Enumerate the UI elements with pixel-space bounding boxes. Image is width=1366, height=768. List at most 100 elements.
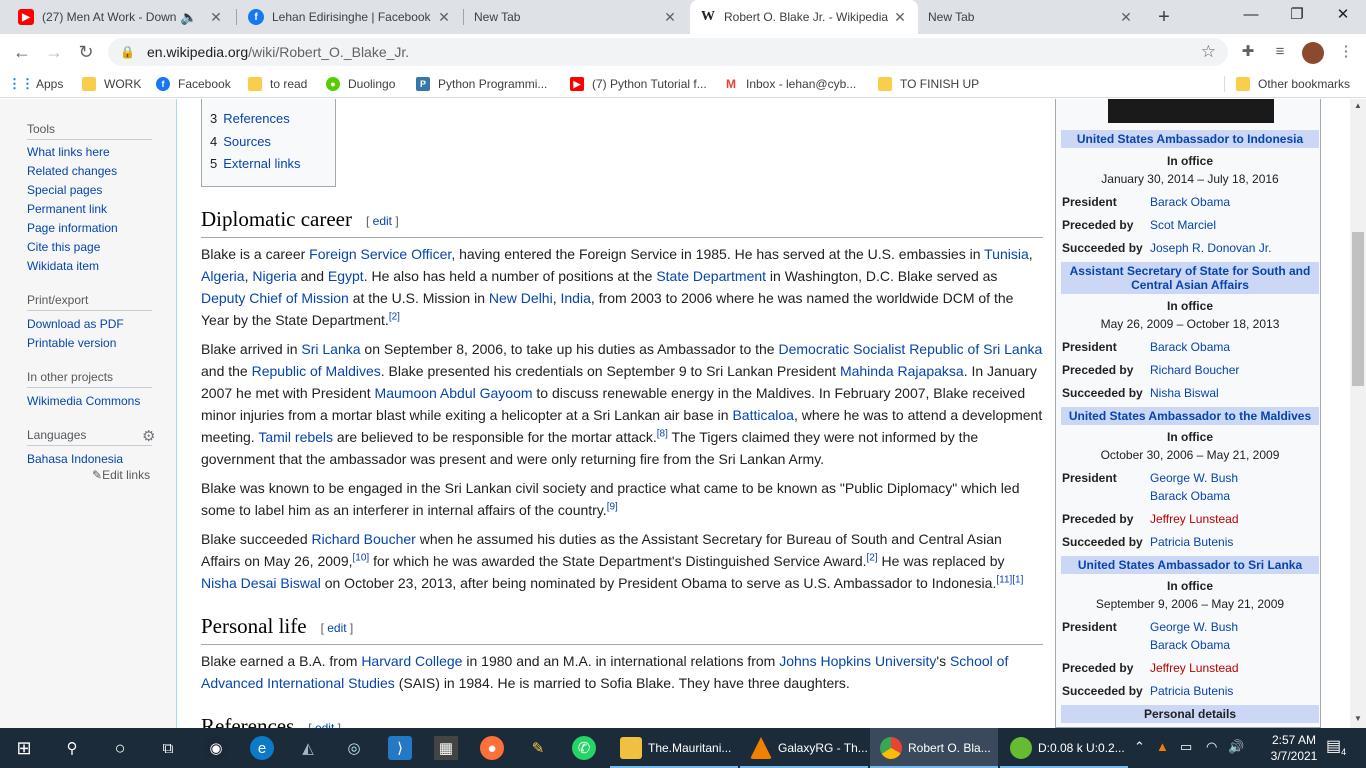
close-tab-icon[interactable]: ✕ xyxy=(892,9,908,26)
link-foreign-service-officer[interactable]: Foreign Service Officer xyxy=(309,246,451,262)
president-link[interactable]: Barack Obama xyxy=(1150,340,1230,354)
president-link[interactable]: George W. Bush xyxy=(1150,471,1238,485)
minimize-button[interactable]: — xyxy=(1228,0,1274,30)
steam-icon[interactable]: ◉ xyxy=(204,736,228,760)
president-link[interactable]: Barack Obama xyxy=(1150,638,1230,652)
windows-start-icon[interactable]: ⊞ xyxy=(12,736,36,760)
app-eye-icon[interactable]: ◎ xyxy=(342,736,366,760)
edge-icon[interactable]: e xyxy=(250,736,274,760)
close-tab-icon[interactable]: ✕ xyxy=(662,9,678,26)
sidebar-link-wikidata-item[interactable]: Wikidata item xyxy=(27,259,99,273)
preceded-link[interactable]: Scot Marciel xyxy=(1150,218,1216,232)
succeeded-link[interactable]: Nisha Biswal xyxy=(1150,386,1219,400)
close-tab-icon[interactable]: ✕ xyxy=(208,9,224,26)
notification-icon[interactable]: ▤4 xyxy=(1326,736,1346,757)
sidebar-link-download-pdf[interactable]: Download as PDF xyxy=(27,317,124,331)
succeeded-link[interactable]: Joseph R. Donovan Jr. xyxy=(1150,241,1271,255)
sidebar-link-printable-version[interactable]: Printable version xyxy=(27,336,116,350)
infobox-office-header[interactable]: United States Ambassador to Sri Lanka xyxy=(1061,556,1319,574)
whatsapp-icon[interactable]: ✆ xyxy=(572,736,596,760)
back-icon[interactable]: ← xyxy=(10,40,34,64)
infobox-office-header[interactable]: United States Ambassador to the Maldives xyxy=(1061,407,1319,425)
link-algeria[interactable]: Algeria xyxy=(201,268,245,284)
cortana-icon[interactable]: ○ xyxy=(108,736,132,760)
link-nisha-desai-biswal[interactable]: Nisha Desai Biswal xyxy=(201,575,321,591)
link-republic-of-maldives[interactable]: Republic of Maldives xyxy=(252,363,381,379)
preceded-redlink[interactable]: Jeffrey Lunstead xyxy=(1150,661,1239,675)
link-tunisia[interactable]: Tunisia xyxy=(984,246,1029,262)
bookmark-duolingo[interactable]: ● Duolingo xyxy=(326,75,395,93)
firefox-icon[interactable]: ● xyxy=(480,736,504,760)
reload-icon[interactable]: ↻ xyxy=(74,40,98,64)
infobox-office-header[interactable]: Assistant Secretary of State for South a… xyxy=(1061,262,1319,294)
toc-item[interactable]: 3 References xyxy=(210,111,290,126)
preceded-link[interactable]: Richard Boucher xyxy=(1150,363,1239,377)
taskbar-app-vlc[interactable]: GalaxyRG - Th... xyxy=(740,728,868,768)
link-harvard-college[interactable]: Harvard College xyxy=(361,653,462,669)
preceded-redlink[interactable]: Jeffrey Lunstead xyxy=(1150,512,1239,526)
task-view-icon[interactable]: ⧉ xyxy=(156,736,180,760)
sidebar-link-wikimedia-commons[interactable]: Wikimedia Commons xyxy=(27,394,140,408)
media-control-icon[interactable]: ≡ xyxy=(1270,42,1290,62)
taskbar-app-explorer[interactable]: The.Mauritani... xyxy=(610,728,738,768)
search-icon[interactable]: ⚲ xyxy=(60,736,84,760)
citation-link[interactable]: [8] xyxy=(657,428,668,439)
forward-icon[interactable]: → xyxy=(42,40,66,64)
maximize-button[interactable]: ❐ xyxy=(1274,0,1320,30)
succeeded-link[interactable]: Patricia Butenis xyxy=(1150,684,1233,698)
vscode-icon[interactable]: ⟩ xyxy=(388,736,412,760)
close-tab-icon[interactable]: ✕ xyxy=(1118,9,1134,26)
page-scrollbar[interactable]: ▲ ▼ xyxy=(1350,99,1366,728)
sidebar-link-what-links-here[interactable]: What links here xyxy=(27,145,110,159)
app-shark-icon[interactable]: ◭ xyxy=(296,736,320,760)
vlc-tray-icon[interactable]: ▲ xyxy=(1156,739,1169,754)
scroll-up-icon[interactable]: ▲ xyxy=(1354,101,1362,110)
tab-wikipedia[interactable]: W Robert O. Blake Jr. - Wikipedia ✕ xyxy=(690,0,918,34)
speaker-icon[interactable]: 🔈 xyxy=(180,9,197,26)
toc-link[interactable]: External links xyxy=(223,156,300,171)
taskbar-app-utorrent[interactable]: D:0.08 k U:0.2... xyxy=(1000,728,1128,768)
link-dsr-sri-lanka[interactable]: Democratic Socialist Republic of Sri Lan… xyxy=(778,341,1042,357)
link-india[interactable]: India xyxy=(561,290,591,306)
edit-section-link[interactable]: edit xyxy=(315,721,334,728)
tab-new-tab-2[interactable]: New Tab ✕ xyxy=(918,0,1144,34)
bookmark-python-tutorial[interactable]: ▶ (7) Python Tutorial f... xyxy=(570,75,707,93)
bookmark-work[interactable]: WORK xyxy=(82,75,141,93)
scroll-down-icon[interactable]: ▼ xyxy=(1354,714,1362,723)
profile-avatar[interactable] xyxy=(1302,42,1324,64)
citation-link[interactable]: [9] xyxy=(607,501,618,512)
sidebar-link-related-changes[interactable]: Related changes xyxy=(27,164,117,178)
president-link[interactable]: Barack Obama xyxy=(1150,489,1230,503)
link-johns-hopkins[interactable]: Johns Hopkins University xyxy=(779,653,936,669)
link-sri-lanka[interactable]: Sri Lanka xyxy=(301,341,360,357)
close-tab-icon[interactable]: ✕ xyxy=(436,9,452,26)
bookmark-apps[interactable]: ⋮⋮ Apps xyxy=(8,75,63,93)
sidebar-link-permanent-link[interactable]: Permanent link xyxy=(27,202,107,216)
link-mahinda-rajapaksa[interactable]: Mahinda Rajapaksa xyxy=(840,363,964,379)
president-link[interactable]: George W. Bush xyxy=(1150,620,1238,634)
taskbar-clock[interactable]: 2:57 AM 3/7/2021 xyxy=(1264,732,1324,764)
bookmark-other[interactable]: Other bookmarks xyxy=(1236,75,1350,93)
link-deputy-chief-of-mission[interactable]: Deputy Chief of Mission xyxy=(201,290,349,306)
edit-links[interactable]: ✎Edit links xyxy=(92,468,150,482)
citation-link[interactable]: [2] xyxy=(389,311,400,322)
link-state-department[interactable]: State Department xyxy=(656,268,766,284)
bookmark-inbox[interactable]: M Inbox - lehan@cyb... xyxy=(724,75,856,93)
link-richard-boucher[interactable]: Richard Boucher xyxy=(312,531,416,547)
extensions-icon[interactable]: ✚ xyxy=(1238,42,1258,62)
paint-icon[interactable]: ✎ xyxy=(526,736,550,760)
bookmark-star-icon[interactable]: ☆ xyxy=(1201,42,1216,62)
volume-icon[interactable]: 🔊 xyxy=(1228,739,1244,755)
battery-icon[interactable]: ▭ xyxy=(1180,739,1192,755)
tab-new-tab-1[interactable]: New Tab ✕ xyxy=(464,0,688,34)
tab-facebook[interactable]: f Lehan Edirisinghe | Facebook ✕ xyxy=(238,0,462,34)
citation-link[interactable]: [10] xyxy=(353,552,370,563)
bookmark-facebook[interactable]: f Facebook xyxy=(156,75,231,93)
sidebar-link-special-pages[interactable]: Special pages xyxy=(27,183,102,197)
bookmark-to-finish-up[interactable]: TO FINISH UP xyxy=(878,75,979,93)
president-link[interactable]: Barack Obama xyxy=(1150,195,1230,209)
calculator-icon[interactable]: ▦ xyxy=(434,736,458,760)
bookmark-to-read[interactable]: to read xyxy=(248,75,307,93)
toc-item[interactable]: 4 Sources xyxy=(210,134,271,149)
chevron-up-icon[interactable]: ⌃ xyxy=(1134,739,1145,755)
